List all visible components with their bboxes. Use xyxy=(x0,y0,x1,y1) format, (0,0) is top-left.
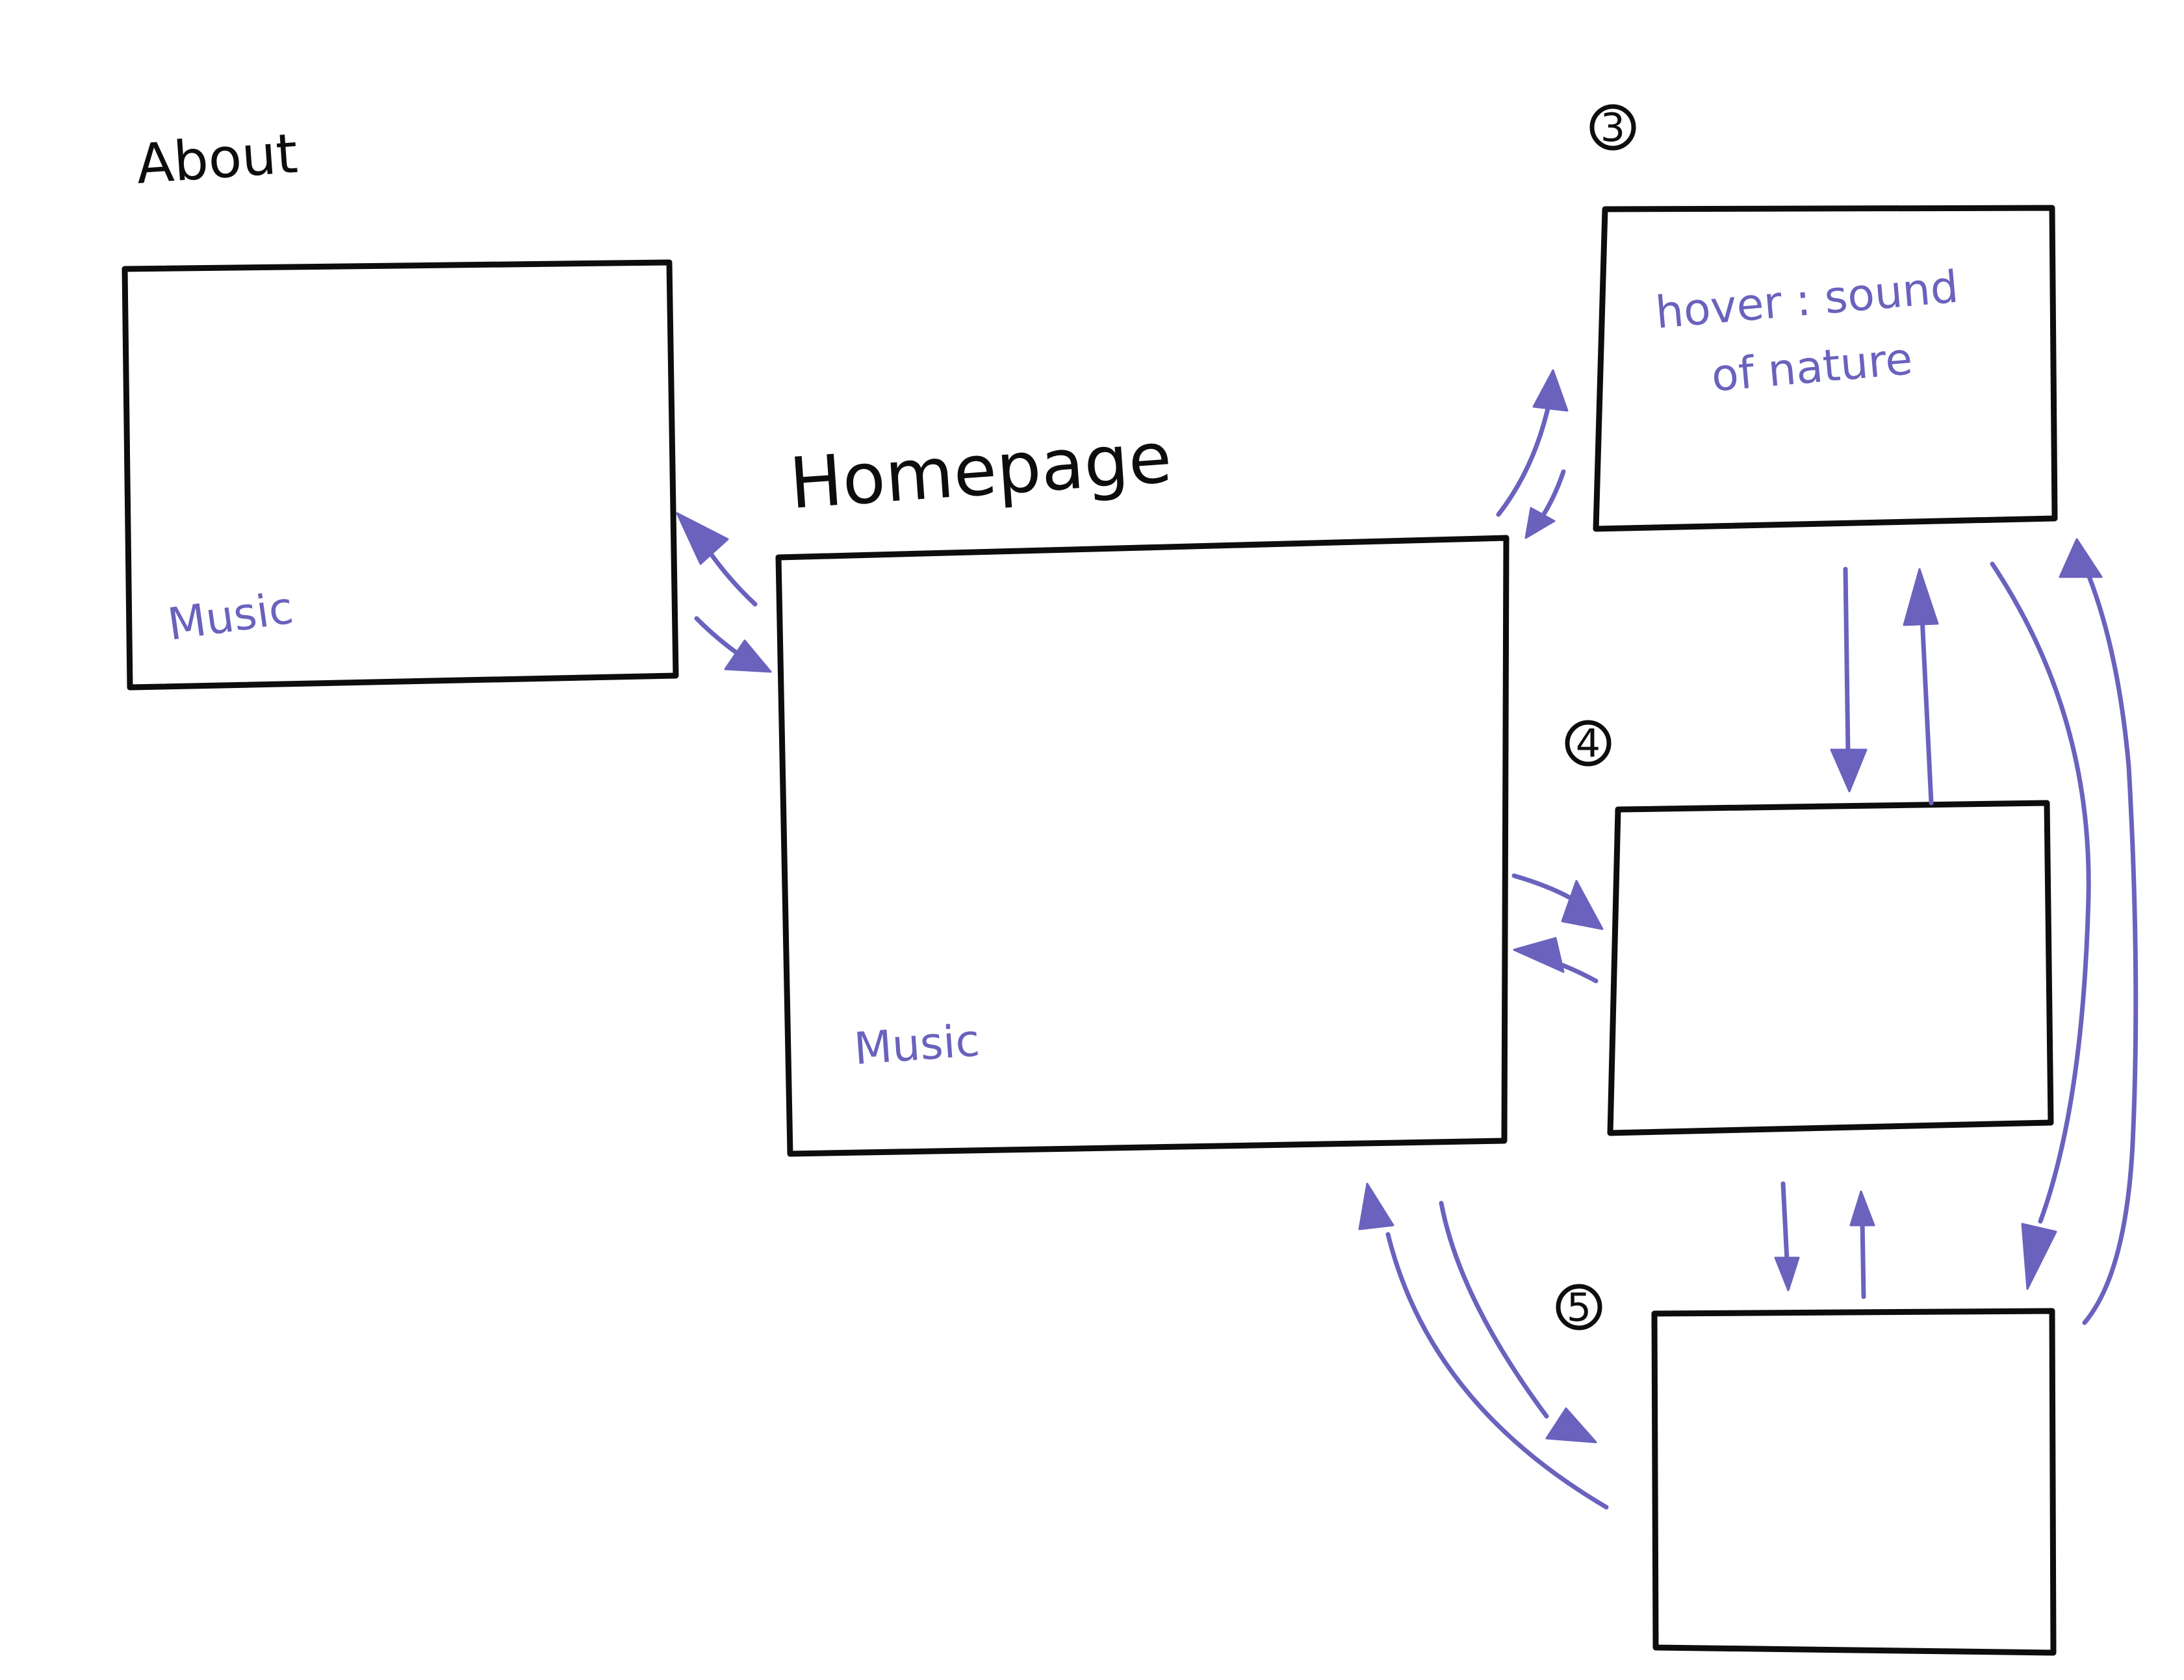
diagram-canvas: About Music Homepage Music 3 hover : sou… xyxy=(122,104,2139,1656)
arrow-homepage-to-about xyxy=(676,512,758,607)
frame-page5-number: 5 xyxy=(1567,1285,1591,1330)
frame-page3-note-line2: of nature xyxy=(1710,333,1915,402)
frame-page4-number: 4 xyxy=(1576,721,1600,767)
arrow-page4-to-page3 xyxy=(1903,568,1939,806)
arrow-page3-to-page5 xyxy=(1990,561,2091,1290)
frame-about-note: Music xyxy=(164,583,296,651)
arrow-page4-to-page5 xyxy=(1774,1181,1800,1292)
frame-homepage: Homepage Music xyxy=(775,417,1510,1157)
arrow-homepage-to-page4 xyxy=(1511,873,1604,930)
frame-page3: 3 hover : sound of nature xyxy=(1589,104,2058,532)
frame-page4-outline xyxy=(1607,800,2054,1136)
arrow-page3-to-page4 xyxy=(1830,566,1868,793)
arrow-page5-to-homepage xyxy=(1358,1182,1609,1510)
frame-about: About Music xyxy=(122,121,679,691)
arrow-page4-to-homepage xyxy=(1513,937,1599,984)
arrow-page5-to-page4 xyxy=(1849,1190,1875,1299)
arrow-page5-to-page3 xyxy=(2059,538,2139,1325)
frame-homepage-note: Music xyxy=(853,1015,982,1075)
frame-about-title: About xyxy=(135,121,300,196)
arrow-page3-to-homepage xyxy=(1524,469,1566,539)
frame-page3-number: 3 xyxy=(1600,105,1625,151)
frame-page3-note-line1: hover : sound xyxy=(1654,262,1960,339)
frame-page5-outline xyxy=(1651,1308,2057,1656)
arrow-about-to-homepage xyxy=(694,616,772,673)
frame-page4: 4 xyxy=(1565,720,2054,1136)
frame-page5: 5 xyxy=(1556,1284,2057,1656)
frame-homepage-title: Homepage xyxy=(787,417,1174,525)
